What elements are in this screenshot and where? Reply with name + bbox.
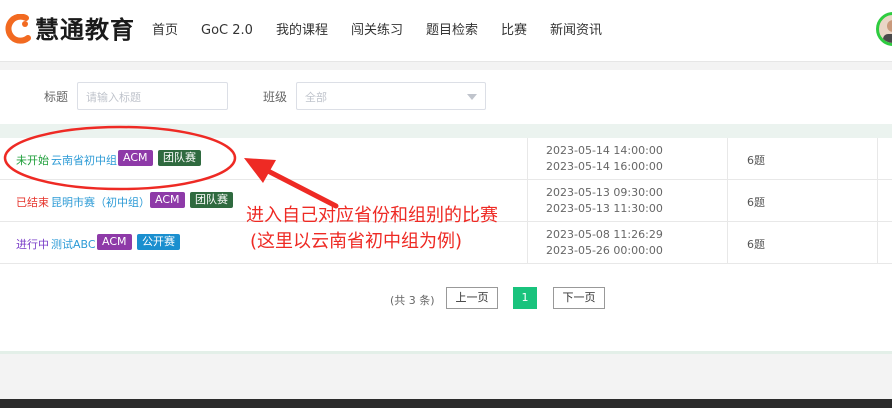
contest-end-time: 2023-05-14 16:00:00: [546, 160, 663, 173]
next-page-button[interactable]: 下一页: [553, 287, 605, 309]
pagination-total: (共 3 条): [390, 294, 435, 307]
class-filter-label: 班级: [263, 90, 288, 104]
title-filter-label: 标题: [44, 90, 69, 104]
page-number-button[interactable]: 1: [513, 287, 537, 309]
main-nav: 首页 GoC 2.0 我的课程 闯关练习 题目检索 比赛 新闻资讯: [152, 21, 625, 41]
annotation-text: 进入自己对应省份和组别的比赛 (这里以云南省初中组为例): [246, 203, 498, 255]
contest-row[interactable]: 未开始 云南省初中组 ACM 团队赛 2023-05-14 14:00:00 2…: [0, 138, 892, 180]
contest-start-time: 2023-05-08 11:26:29: [546, 228, 663, 241]
nav-item-goc[interactable]: GoC 2.0: [201, 21, 253, 41]
title-search-input[interactable]: 请输入标题: [77, 82, 228, 110]
contest-times: 2023-05-14 14:00:00 2023-05-14 16:00:00: [546, 143, 663, 175]
contest-times: 2023-05-13 09:30:00 2023-05-13 11:30:00: [546, 185, 663, 217]
contest-times: 2023-05-08 11:26:29 2023-05-26 00:00:00: [546, 227, 663, 259]
divider-strip: [0, 124, 892, 138]
contest-status: 未开始: [16, 154, 49, 167]
chevron-down-icon: [467, 94, 477, 100]
class-select-value: 全部: [305, 91, 327, 104]
avatar-icon: [883, 20, 892, 43]
contest-start-time: 2023-05-14 14:00:00: [546, 144, 663, 157]
page-footer: [0, 399, 892, 408]
logo-text[interactable]: 慧通教育: [35, 14, 135, 46]
class-select[interactable]: 全部: [296, 82, 486, 110]
nav-item-home[interactable]: 首页: [152, 21, 178, 41]
contest-title-link[interactable]: 云南省初中组: [51, 152, 117, 168]
contest-title-link[interactable]: 测试ABC: [51, 236, 96, 252]
contest-tag-type: 团队赛: [158, 150, 201, 166]
contest-start-time: 2023-05-13 09:30:00: [546, 186, 663, 199]
problem-count: 6题: [747, 196, 765, 209]
avatar[interactable]: [876, 12, 892, 46]
contest-status: 已结束: [16, 196, 49, 209]
nav-item-news[interactable]: 新闻资讯: [550, 21, 602, 41]
contest-title-link[interactable]: 昆明市赛（初中组）: [51, 194, 150, 210]
contest-tag-acm: ACM: [97, 234, 132, 250]
contest-tag-acm: ACM: [150, 192, 185, 208]
contest-end-time: 2023-05-13 11:30:00: [546, 202, 663, 215]
nav-item-my-courses[interactable]: 我的课程: [276, 21, 328, 41]
prev-page-button[interactable]: 上一页: [446, 287, 498, 309]
annotation-line-2: (这里以云南省初中组为例): [250, 231, 463, 252]
contest-end-time: 2023-05-26 00:00:00: [546, 244, 663, 257]
problem-count: 6题: [747, 154, 765, 167]
contest-tag-acm: ACM: [118, 150, 153, 166]
filter-bar: 标题 请输入标题 班级 全部: [0, 70, 892, 124]
top-header: 慧通教育 首页 GoC 2.0 我的课程 闯关练习 题目检索 比赛 新闻资讯: [0, 0, 892, 62]
contest-status: 进行中: [16, 238, 49, 251]
nav-item-problem-search[interactable]: 题目检索: [426, 21, 478, 41]
nav-item-practice[interactable]: 闯关练习: [351, 21, 403, 41]
logo-icon[interactable]: [4, 14, 32, 44]
title-search-placeholder: 请输入标题: [86, 91, 141, 104]
nav-item-contests[interactable]: 比赛: [501, 21, 527, 41]
contest-tag-type: 团队赛: [190, 192, 233, 208]
annotation-line-1: 进入自己对应省份和组别的比赛: [246, 205, 498, 226]
contest-tag-type: 公开赛: [137, 234, 180, 250]
problem-count: 6题: [747, 238, 765, 251]
